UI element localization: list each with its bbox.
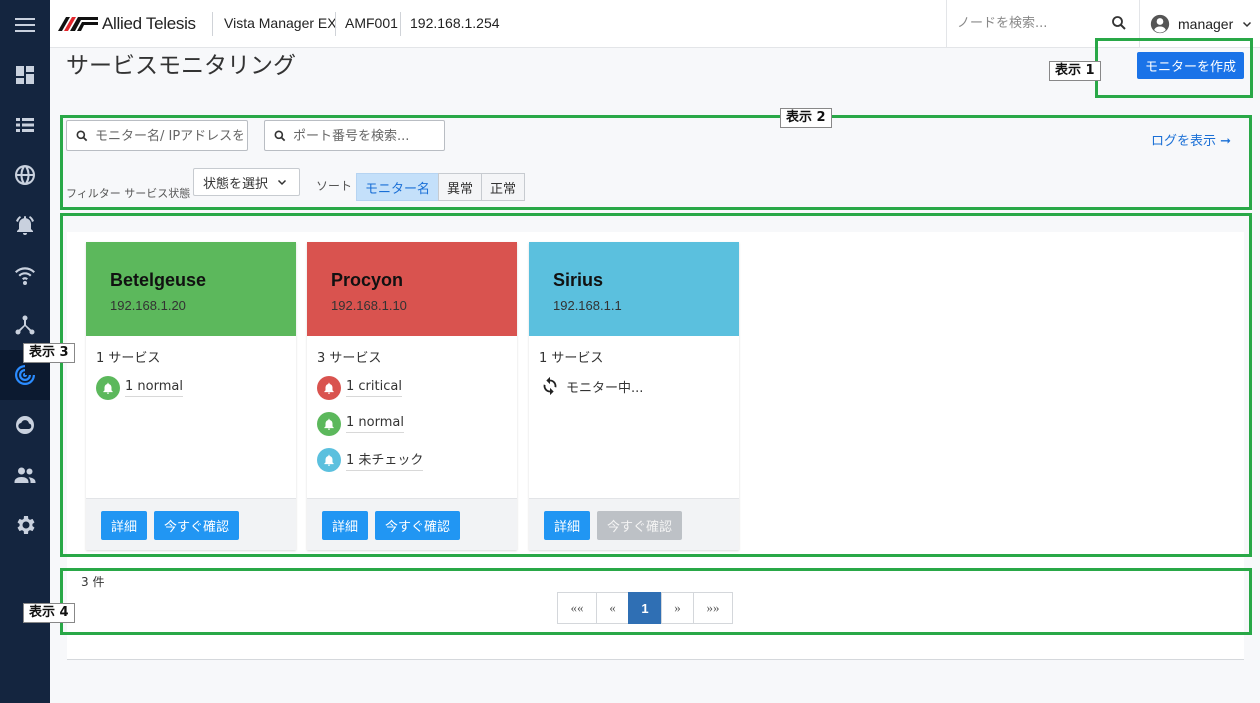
allied-telesis-logo-icon [58, 17, 98, 31]
device-name: AMF001 [345, 15, 398, 31]
alarm-icon[interactable] [0, 200, 50, 250]
header-separator [335, 12, 336, 36]
annotation-label-1: 表示 1 [1049, 61, 1101, 81]
wifi-icon[interactable] [0, 250, 50, 300]
annotation-box-2 [60, 115, 1252, 210]
top-header: Allied Telesis Vista Manager EX AMF001 1… [50, 0, 1260, 48]
settings-icon[interactable] [0, 500, 50, 550]
list-icon[interactable] [0, 100, 50, 150]
node-search-input[interactable] [957, 13, 1107, 33]
device-ip: 192.168.1.254 [410, 15, 500, 31]
annotation-label-3: 表示 3 [23, 343, 75, 363]
annotation-box-4 [60, 568, 1252, 635]
annotation-box-1 [1095, 38, 1253, 98]
annotation-box-3 [60, 213, 1252, 557]
dashboard-icon[interactable] [0, 50, 50, 100]
cloud-icon[interactable] [0, 400, 50, 450]
brand-logo[interactable]: Allied Telesis [58, 13, 196, 35]
account-icon [1150, 14, 1170, 34]
header-separator [400, 12, 401, 36]
user-name: manager [1178, 16, 1234, 32]
header-separator [212, 12, 213, 36]
users-icon[interactable] [0, 450, 50, 500]
globe-icon[interactable] [0, 150, 50, 200]
chevron-down-icon [1243, 21, 1252, 28]
product-name: Vista Manager EX [224, 15, 337, 31]
brand-name: Allied Telesis [102, 14, 196, 33]
annotation-label-4: 表示 4 [23, 603, 75, 623]
page-title: サービスモニタリング [66, 53, 296, 79]
search-icon[interactable] [1110, 14, 1128, 32]
annotation-label-2: 表示 2 [780, 108, 832, 128]
menu-icon[interactable] [0, 0, 50, 50]
